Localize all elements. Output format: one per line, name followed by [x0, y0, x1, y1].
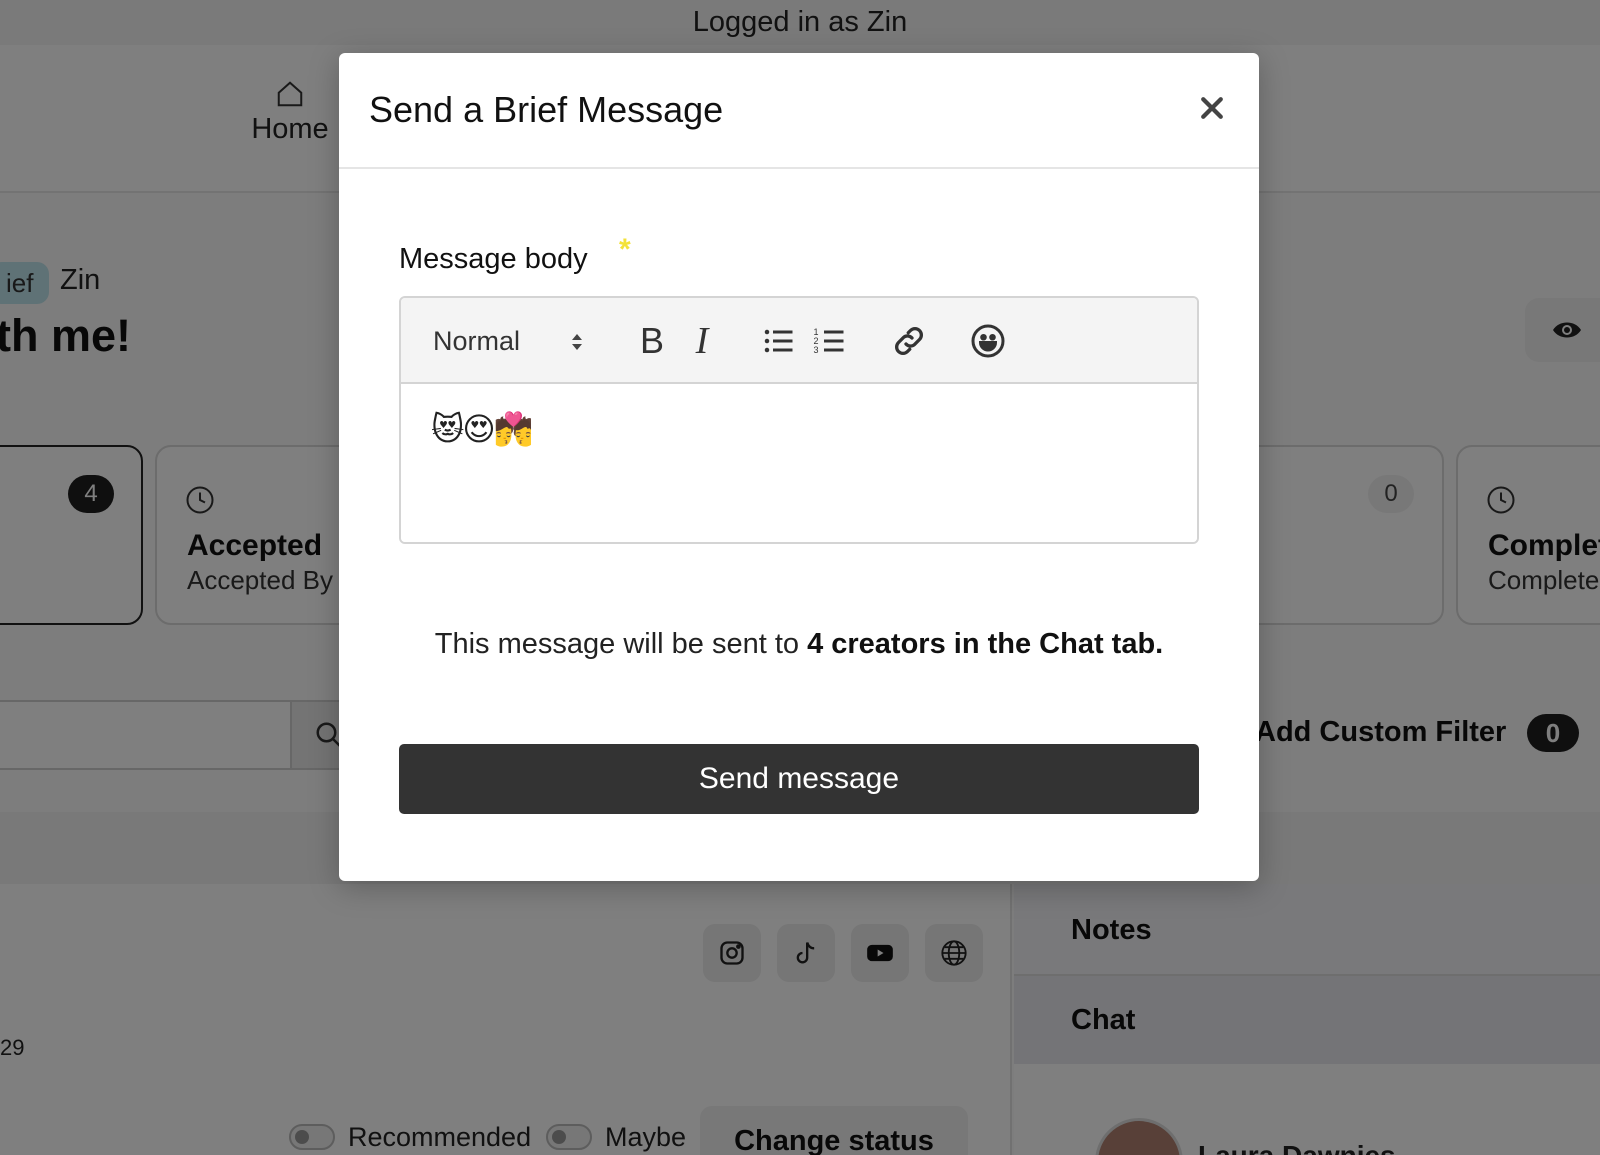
rich-text-editor: Normal B I 123 😻😍💏 — [399, 296, 1199, 544]
send-message-button[interactable]: Send message — [399, 744, 1199, 814]
bullet-list-icon — [764, 329, 793, 353]
send-message-modal: Send a Brief Message Message body * Norm… — [339, 53, 1259, 881]
recipient-info: This message will be sent to 4 creators … — [339, 628, 1259, 661]
modal-header: Send a Brief Message — [339, 53, 1259, 169]
editor-textarea[interactable]: 😻😍💏 — [401, 384, 1197, 542]
emoji-icon — [971, 324, 1005, 358]
required-marker: * — [619, 233, 631, 266]
recipient-count-text: 4 creators in the Chat tab. — [807, 628, 1164, 660]
message-content: 😻😍💏 — [431, 410, 534, 448]
link-button[interactable] — [886, 318, 932, 364]
svg-text:3: 3 — [814, 345, 819, 355]
link-icon — [895, 327, 923, 355]
close-button[interactable] — [1197, 93, 1227, 123]
close-icon — [1201, 97, 1223, 119]
bullet-list-button[interactable] — [756, 318, 802, 364]
numbered-list-icon: 123 — [814, 327, 844, 355]
italic-button[interactable]: I — [679, 318, 725, 364]
modal-title: Send a Brief Message — [369, 89, 724, 130]
message-body-label: Message body — [399, 243, 588, 275]
editor-toolbar: Normal B I 123 — [401, 298, 1197, 384]
select-arrows-icon — [572, 334, 582, 350]
format-select-value: Normal — [433, 326, 521, 356]
numbered-list-button[interactable]: 123 — [807, 318, 853, 364]
bold-button[interactable]: B — [629, 318, 675, 364]
emoji-button[interactable] — [965, 318, 1011, 364]
format-select[interactable]: Normal — [433, 320, 603, 362]
recipient-info-prefix: This message will be sent to — [434, 628, 808, 660]
